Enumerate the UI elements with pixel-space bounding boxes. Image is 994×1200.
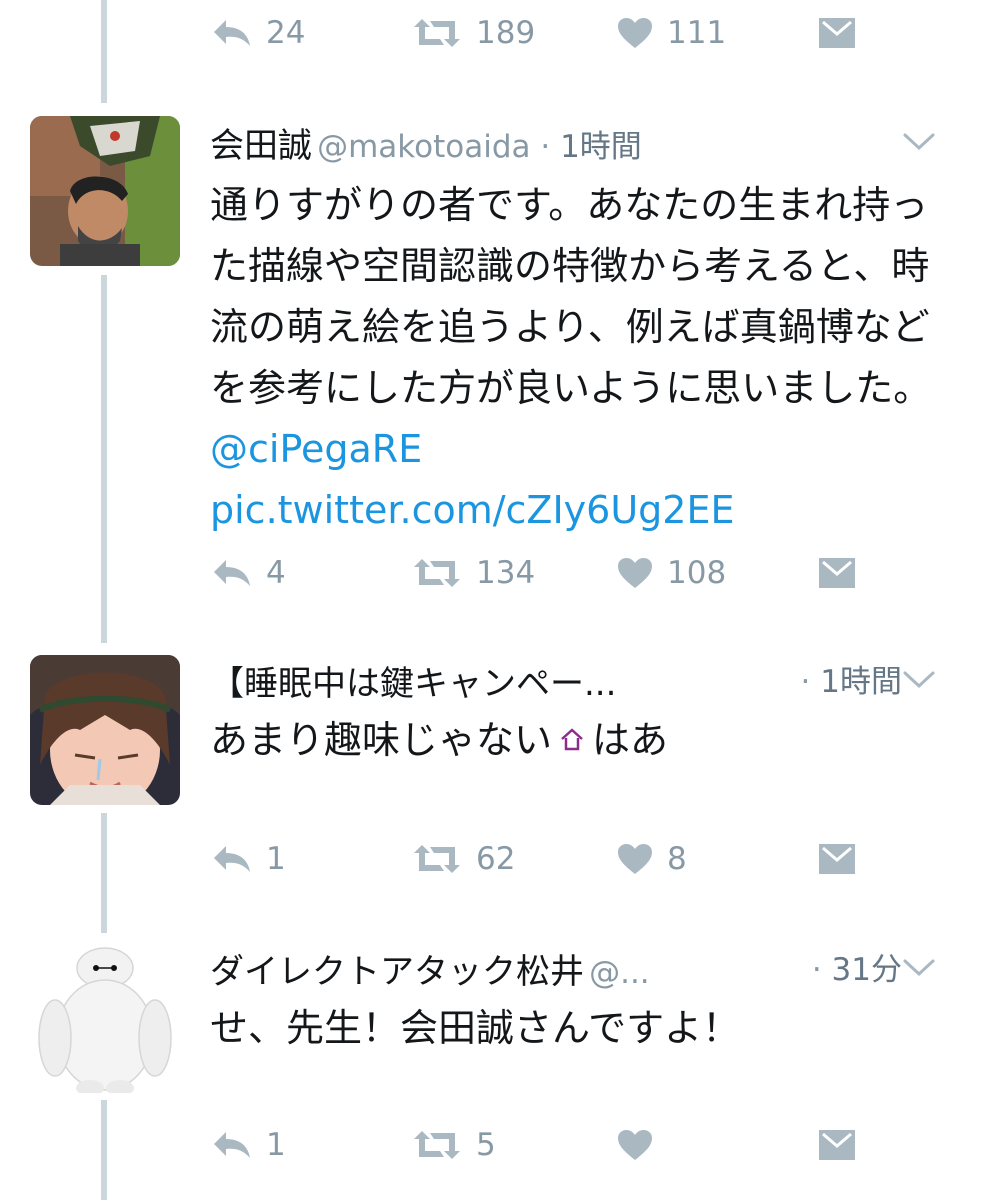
thread-line-1 [101, 275, 107, 643]
retweet-button[interactable]: 134 [412, 548, 535, 598]
dm-button[interactable] [818, 548, 856, 598]
display-name[interactable]: 【睡眠中は鍵キャンペー... [210, 664, 616, 704]
retweet-count: 62 [476, 841, 516, 877]
action-bar: 4 134 108 [212, 548, 964, 598]
like-icon [618, 558, 652, 588]
retweet-icon [414, 19, 460, 47]
tweet-body-before: あまり趣味じゃない [210, 718, 553, 762]
like-count: 108 [667, 555, 727, 591]
retweet-button[interactable]: 189 [412, 8, 535, 58]
dm-icon [819, 844, 855, 874]
action-bar: 1 62 8 [212, 834, 964, 884]
dm-icon [819, 1130, 855, 1160]
reply-button[interactable]: 1 [212, 1120, 286, 1170]
like-button[interactable]: 108 [617, 548, 726, 598]
tweet-header: 会田誠 @makotoaida · 1時間 [210, 118, 964, 166]
tweet-body-after: はあ [592, 718, 669, 762]
pic-link[interactable]: pic.twitter.com/cZIy6Ug2EE [210, 480, 964, 541]
thread-line-2 [101, 813, 107, 933]
like-count: 8 [667, 841, 687, 877]
like-button[interactable] [617, 1120, 667, 1170]
reply-icon [214, 846, 250, 872]
separator: · [530, 129, 561, 165]
timestamp[interactable]: 1時間 [820, 664, 902, 700]
retweet-count: 5 [476, 1127, 496, 1163]
user-handle[interactable]: @makotoaida [317, 129, 530, 165]
timestamp[interactable]: 1時間 [560, 129, 642, 165]
like-button[interactable]: 111 [617, 8, 726, 58]
dm-icon [819, 558, 855, 588]
tweet-body: 通りすがりの者です。あなたの生まれ持った描線や空間認識の特徴から考えると、時流の… [210, 183, 932, 410]
caret-down-icon[interactable] [902, 666, 936, 692]
display-name[interactable]: ダイレクトアタック松井 [210, 952, 584, 992]
retweet-icon [414, 1131, 460, 1159]
thread-line-top [101, 0, 107, 103]
tweet-header: ダイレクトアタック松井 @... · 31分 [210, 944, 964, 992]
action-bar: 1 5 [212, 1120, 964, 1170]
tweet-text: せ、先生！会田誠さんですよ！ [210, 998, 964, 1059]
reply-button[interactable]: 1 [212, 834, 286, 884]
reply-icon [214, 1132, 250, 1158]
thread-line-3 [101, 1100, 107, 1200]
caret-down-icon[interactable] [902, 954, 936, 980]
mention-link[interactable]: @ciPegaRE [210, 427, 422, 471]
avatar[interactable] [30, 943, 180, 1093]
tweet-body: せ、先生！会田誠さんですよ！ [210, 1006, 741, 1050]
tweet-text: あまり趣味じゃない はあ [210, 710, 964, 771]
dm-button[interactable] [818, 1120, 856, 1170]
reply-icon [214, 20, 250, 46]
like-icon [618, 844, 652, 874]
tweet-text: 通りすがりの者です。あなたの生まれ持った描線や空間認識の特徴から考えると、時流の… [210, 175, 964, 541]
retweet-count: 189 [476, 15, 536, 51]
avatar[interactable] [30, 116, 180, 266]
retweet-icon [414, 559, 460, 587]
like-count: 111 [667, 15, 727, 51]
separator: · [811, 952, 832, 988]
retweet-button[interactable]: 62 [412, 834, 515, 884]
caret-down-icon[interactable] [902, 128, 936, 154]
reply-count: 4 [266, 555, 286, 591]
dm-button[interactable] [818, 8, 856, 58]
display-name[interactable]: 会田誠 [210, 126, 312, 166]
like-button[interactable]: 8 [617, 834, 687, 884]
dm-icon [819, 18, 855, 48]
dm-button[interactable] [818, 834, 856, 884]
separator: · [800, 664, 821, 700]
like-icon [618, 1130, 652, 1160]
reply-icon [214, 560, 250, 586]
retweet-button[interactable]: 5 [412, 1120, 496, 1170]
tweet-header: 【睡眠中は鍵キャンペー... · 1時間 [210, 656, 964, 704]
reply-count: 1 [266, 841, 286, 877]
timestamp[interactable]: 31分 [832, 952, 902, 988]
reply-button[interactable]: 4 [212, 548, 286, 598]
reply-button[interactable]: 24 [212, 8, 305, 58]
home-emoji-icon [561, 728, 583, 751]
avatar[interactable] [30, 655, 180, 805]
reply-count: 1 [266, 1127, 286, 1163]
reply-count: 24 [266, 15, 306, 51]
retweet-count: 134 [476, 555, 536, 591]
top-action-bar: 24 189 111 [212, 8, 964, 58]
user-handle[interactable]: @... [589, 955, 650, 991]
like-icon [618, 18, 652, 48]
retweet-icon [414, 845, 460, 873]
